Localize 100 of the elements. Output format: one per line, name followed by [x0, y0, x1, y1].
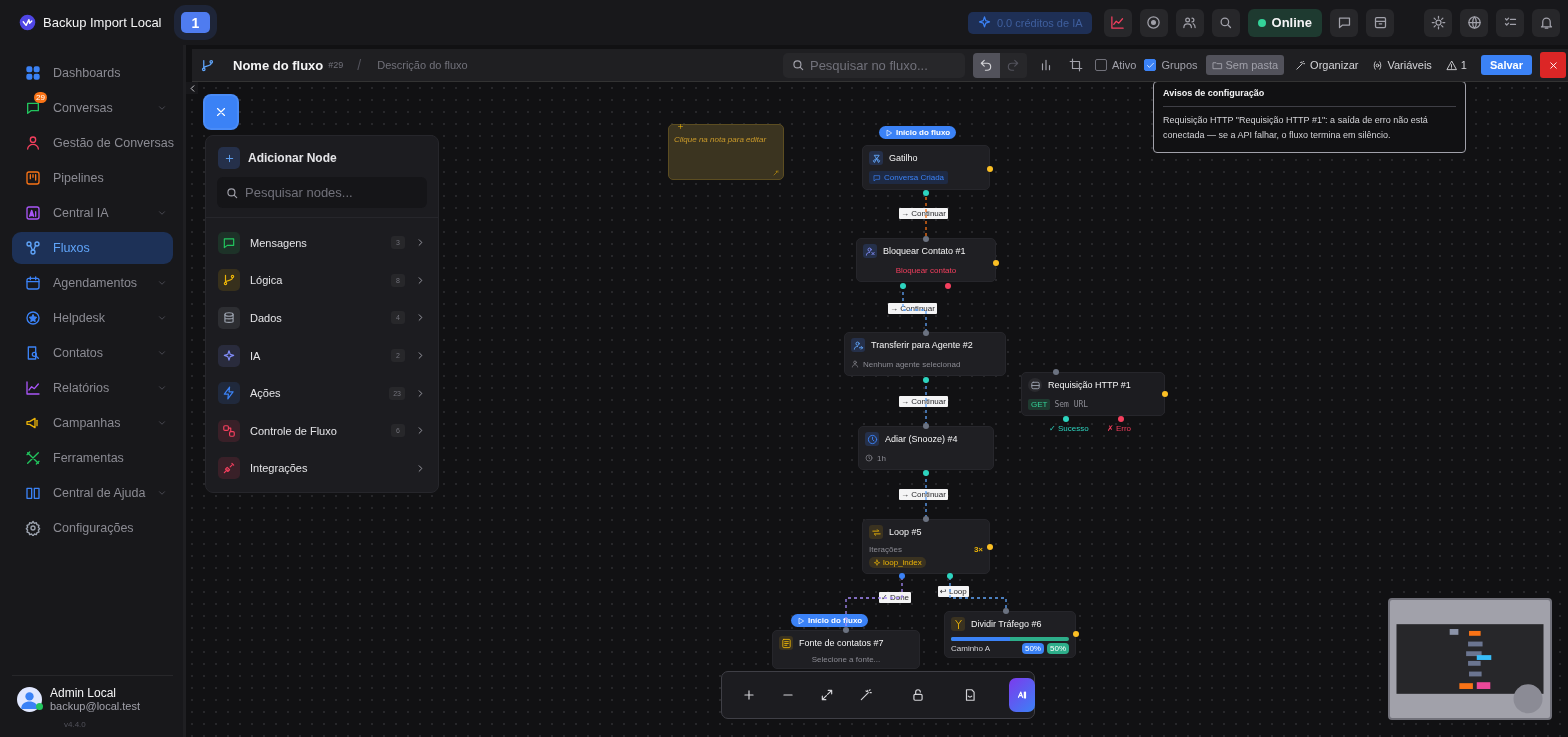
percent-badge: 50% [1047, 643, 1069, 654]
flow-node[interactable]: Adiar (Snooze) #4 1h [858, 426, 994, 470]
sidebar-item[interactable]: Agendamentos [12, 267, 173, 299]
users-button[interactable] [1175, 8, 1204, 37]
sidebar-item[interactable]: Campanhas [12, 407, 173, 439]
sidebar-item[interactable]: Fluxos [12, 232, 173, 264]
handle-dot[interactable] [945, 283, 951, 289]
sidebar-item[interactable]: Contatos [12, 337, 173, 369]
plug-icon [222, 461, 236, 476]
description-field[interactable]: Descrição do fluxo [375, 58, 506, 72]
handle-dot[interactable] [1063, 416, 1069, 422]
handle-dot[interactable] [923, 423, 929, 429]
output-label: ✗ Erro [1107, 424, 1132, 433]
search-field[interactable]: Pesquisar nodes... [217, 177, 427, 208]
node-title: Transferir para Agente #2 [871, 340, 973, 350]
handle-dot[interactable] [923, 377, 929, 383]
handle-dot[interactable] [1162, 391, 1168, 397]
user-email: backup@local.test [50, 700, 141, 712]
undo-button[interactable] [972, 52, 1000, 78]
handle-dot[interactable] [987, 166, 993, 172]
person-icon [851, 360, 859, 368]
checkbox[interactable] [1144, 59, 1157, 71]
handle-dot[interactable] [923, 516, 929, 522]
globe-icon [1466, 15, 1482, 30]
ai-assistant-button[interactable] [1009, 678, 1035, 712]
status-button[interactable]: Online [1247, 8, 1322, 37]
category-item[interactable]: Integrações [218, 449, 426, 488]
search-button[interactable] [1211, 8, 1240, 37]
crop-icon [1068, 58, 1083, 72]
edge-label: → Continuar [899, 396, 948, 407]
edge-label: ↩ Loop [938, 586, 969, 597]
grid-icon [25, 65, 41, 81]
close-icon [1547, 59, 1559, 71]
handle-dot[interactable] [1003, 608, 1009, 614]
flow-node[interactable]: Dividir Tráfego #6 Caminho A 50% 50% [944, 611, 1076, 658]
handle-dot[interactable] [923, 190, 929, 196]
tasks-button[interactable] [1496, 8, 1524, 37]
chat-icon [1336, 15, 1352, 30]
handle-dot[interactable] [923, 236, 929, 242]
node-title: Loop #5 [889, 527, 922, 537]
sidebar-item[interactable]: Gestão de Conversas [12, 127, 173, 159]
chart-icon [25, 380, 41, 396]
handle-dot[interactable] [947, 573, 953, 579]
save-button[interactable]: Salvar [1480, 55, 1532, 75]
lock-icon [911, 688, 925, 702]
flow-node[interactable]: Loop #5 Iterações 3× loop_index [862, 519, 990, 574]
handle-dot[interactable] [900, 283, 906, 289]
sidebar-item[interactable]: Pipelines [12, 162, 173, 194]
sidebar-item[interactable]: Configurações [12, 512, 173, 544]
search-field[interactable]: Pesquisar no fluxo... [782, 52, 965, 78]
handle-dot[interactable] [1053, 369, 1059, 375]
handle-dot[interactable] [899, 573, 905, 579]
node-title: Gatilho [889, 153, 918, 163]
handle-dot[interactable] [987, 544, 993, 550]
notifications-button[interactable] [1532, 8, 1560, 37]
edge-label: → Continuar [899, 489, 948, 500]
warnings-button[interactable]: 1 [1442, 59, 1470, 71]
sidebar-item[interactable]: Central de Ajuda [12, 477, 173, 509]
sidebar-item[interactable]: Dashboards [12, 57, 173, 89]
handle-dot[interactable] [993, 260, 999, 266]
theme-button[interactable] [1424, 8, 1452, 37]
handle-dot[interactable] [1118, 416, 1124, 422]
organize-button[interactable]: Organizar [1292, 59, 1362, 71]
ai-icon [1015, 688, 1029, 702]
variables-button[interactable]: Variáveis [1369, 59, 1435, 71]
sidebar-item[interactable]: Central IA [12, 197, 173, 229]
flow-node[interactable]: Requisição HTTP #1 GET Sem URL [1021, 372, 1165, 416]
start-badge: Início do fluxo [879, 126, 957, 139]
chart-icon [1110, 15, 1126, 30]
sidebar-item[interactable]: Helpdesk [12, 302, 173, 334]
percent-badge: 50% [1021, 643, 1044, 654]
popover-title: Avisos de configuração [1163, 88, 1456, 107]
flow-node[interactable]: Fonte de contatos #7 Selecione a fonte... [772, 630, 920, 669]
flow-name[interactable]: Nome do fluxo [233, 57, 324, 73]
archive-button[interactable] [1366, 8, 1394, 37]
handle-dot[interactable] [843, 627, 849, 633]
handle-dot[interactable] [923, 330, 929, 336]
handle-dot[interactable] [923, 470, 929, 476]
flow-node[interactable]: Bloquear Contato #1 Bloquear contato [856, 238, 996, 282]
nodes-icon [222, 423, 236, 438]
handle-dot[interactable] [1073, 631, 1079, 637]
node-detail: 1h [877, 453, 886, 463]
bell-icon [1538, 15, 1554, 30]
sticky-note[interactable]: Clique na nota para editar [668, 124, 784, 180]
collapse-button[interactable] [186, 82, 198, 94]
checkbox[interactable] [1094, 59, 1107, 71]
flow-node[interactable]: Transferir para Agente #2 Nenhum agente selecionad [844, 332, 1006, 376]
variable-tag: loop_index [869, 557, 926, 568]
book-icon [25, 485, 41, 501]
calendar-icon [25, 275, 41, 291]
target-button[interactable] [1139, 8, 1168, 37]
sidebar-item[interactable]: Relatórios [12, 372, 173, 404]
sidebar-item[interactable]: 29 Conversas [12, 92, 173, 124]
check-icon [1145, 60, 1155, 70]
language-button[interactable] [1460, 8, 1488, 37]
chat-button[interactable] [1330, 8, 1358, 37]
sidebar-item[interactable]: Ferramentas [12, 442, 173, 474]
file-icon [963, 688, 977, 702]
edge-label: → Continuar [899, 208, 948, 219]
flow-node[interactable]: Gatilho Conversa Criada [862, 145, 990, 190]
